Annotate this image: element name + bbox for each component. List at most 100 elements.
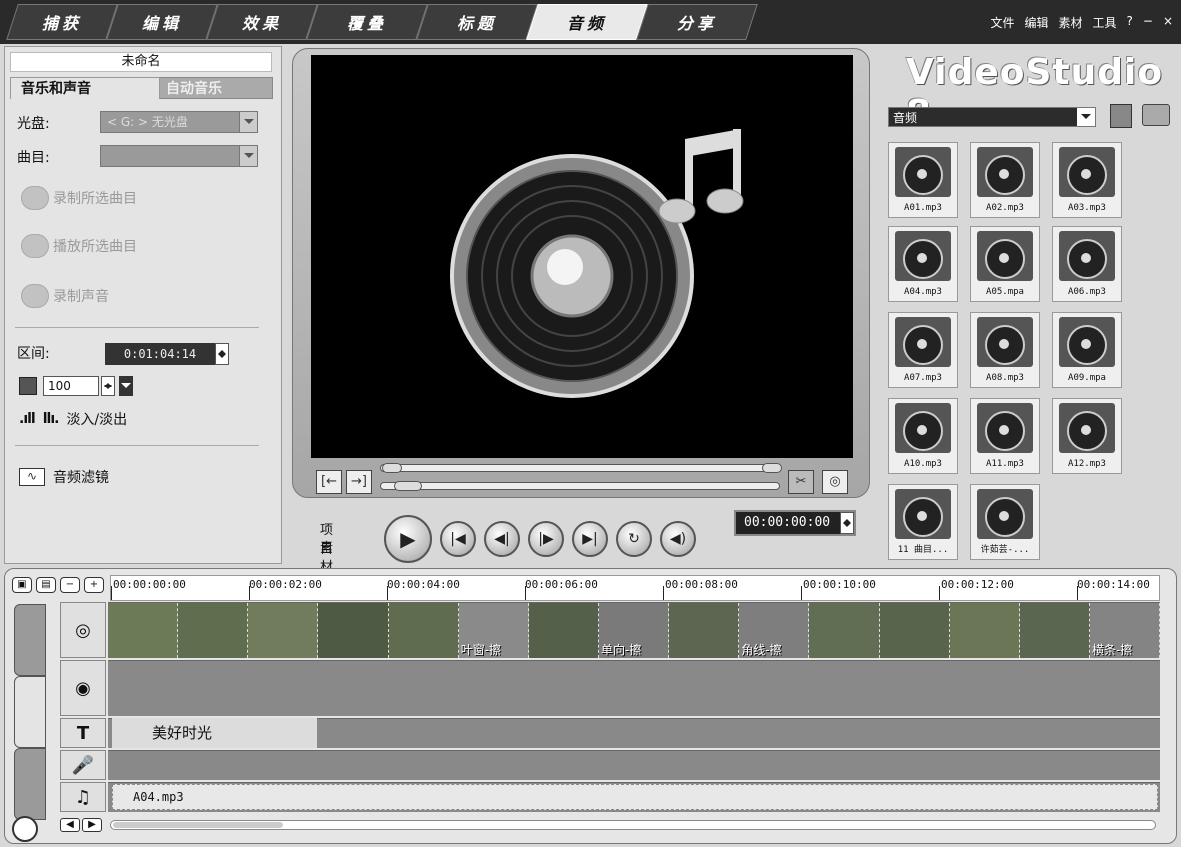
end-button[interactable]: ▶|: [572, 521, 608, 557]
duration-field[interactable]: 0:01:04:14: [105, 343, 215, 365]
mark-out-button[interactable]: →]: [346, 470, 372, 494]
storyboard-view-icon[interactable]: ▣: [12, 577, 32, 593]
home-button[interactable]: |◀: [440, 521, 476, 557]
system-volume-button[interactable]: ◀): [660, 521, 696, 557]
tab-title[interactable]: 标题: [416, 4, 538, 40]
tab-auto-music[interactable]: 自动音乐: [155, 77, 273, 99]
menu-tools[interactable]: 工具: [1092, 14, 1116, 31]
disc-label: 光盘:: [17, 116, 50, 132]
scrubber-handle[interactable]: [394, 481, 422, 491]
title-clip[interactable]: 美好时光: [112, 718, 317, 748]
minimize-button[interactable]: −: [1143, 14, 1153, 31]
timecode-stepper[interactable]: [840, 512, 854, 534]
chevron-down-icon: [1077, 108, 1095, 126]
overlay-track[interactable]: [108, 660, 1160, 716]
zoom-out-icon[interactable]: −: [60, 577, 80, 593]
audio-track-tab[interactable]: [14, 748, 46, 820]
disc-select[interactable]: < G: > 无光盘: [100, 111, 258, 133]
library-item-label: A09.mpa: [1068, 373, 1106, 383]
library-item[interactable]: A03.mp3: [1052, 142, 1122, 218]
scroll-left-icon[interactable]: ◀: [60, 818, 80, 832]
library-item[interactable]: 11 曲目...: [888, 484, 958, 560]
audio-disc-icon: [1059, 147, 1115, 197]
tab-overlay[interactable]: 覆叠: [306, 4, 428, 40]
folder-icon[interactable]: [1142, 104, 1170, 126]
project-name: 未命名: [10, 52, 272, 72]
voice-track[interactable]: [108, 750, 1160, 780]
overlay-track-tab[interactable]: [14, 676, 46, 748]
menu-file[interactable]: 文件: [990, 14, 1014, 31]
tab-effect[interactable]: 效果: [206, 4, 318, 40]
trim-track[interactable]: [380, 464, 780, 472]
zoom-in-icon[interactable]: +: [84, 577, 104, 593]
previous-frame-button[interactable]: ◀|: [484, 521, 520, 557]
trim-start-handle[interactable]: [382, 463, 402, 473]
library-item[interactable]: A06.mp3: [1052, 226, 1122, 302]
tab-share[interactable]: 分享: [636, 4, 758, 40]
timecode-display[interactable]: 00:00:00:00: [734, 510, 856, 536]
tab-effect-label: 效果: [241, 14, 282, 33]
play-selected-track-button[interactable]: 播放所选曲目: [21, 229, 137, 263]
add-media-icon[interactable]: [1110, 104, 1132, 128]
volume-icon[interactable]: [19, 377, 37, 395]
volume-field[interactable]: 100: [43, 376, 99, 396]
library-item[interactable]: A07.mp3: [888, 312, 958, 388]
play-selected-label: 播放所选曲目: [53, 239, 137, 255]
track-select[interactable]: [100, 145, 258, 167]
library-item[interactable]: 许茹芸-...: [970, 484, 1040, 560]
menu-edit[interactable]: 编辑: [1024, 14, 1048, 31]
tab-edit[interactable]: 编辑: [106, 4, 218, 40]
tab-audio-label: 音频: [566, 14, 607, 33]
fade-in-icon[interactable]: .ıll: [19, 411, 36, 427]
volume-dropdown-button[interactable]: [119, 376, 133, 396]
play-button[interactable]: ▶: [384, 515, 432, 563]
library-item[interactable]: A02.mp3: [970, 142, 1040, 218]
menu-clip[interactable]: 素材: [1058, 14, 1082, 31]
library-item[interactable]: A09.mpa: [1052, 312, 1122, 388]
video-frame: [949, 603, 1020, 658]
ruler-tick: [525, 586, 526, 600]
time-ruler[interactable]: 00:00:00:00 00:00:02:00 00:00:04:00 00:0…: [110, 575, 1160, 601]
library-item[interactable]: A01.mp3: [888, 142, 958, 218]
scrollbar-thumb[interactable]: [113, 822, 283, 828]
library-item[interactable]: A12.mp3: [1052, 398, 1122, 474]
close-button[interactable]: ×: [1163, 14, 1173, 31]
library-category-select[interactable]: 音频: [888, 107, 1096, 127]
video-frame: 单向-擦: [598, 603, 670, 658]
enlarge-preview-button[interactable]: ◎: [822, 470, 848, 494]
library-item-label: A10.mp3: [904, 459, 942, 469]
audio-disc-icon: [977, 403, 1033, 453]
ruler-tick: [801, 586, 802, 600]
fade-out-icon[interactable]: llı.: [43, 411, 60, 427]
timeline-view-icon[interactable]: ▤: [36, 577, 56, 593]
audio-clip[interactable]: A04.mp3: [112, 784, 1158, 810]
duration-stepper[interactable]: [215, 343, 229, 365]
library-item[interactable]: A11.mp3: [970, 398, 1040, 474]
library-item[interactable]: A05.mpa: [970, 226, 1040, 302]
audio-filter-button[interactable]: ∿ 音频滤镜: [19, 467, 109, 487]
video-track[interactable]: 叶窗-擦 单向-擦 角线-擦 横条-擦: [108, 602, 1161, 658]
video-track-tab[interactable]: [14, 604, 46, 676]
tab-capture[interactable]: 捕获: [6, 4, 118, 40]
video-frame: [318, 603, 389, 658]
step-tab-bar: 捕获 编辑 效果 覆叠 标题 音频 分享 文件 编辑 素材 工具 ? − ×: [0, 0, 1181, 44]
scrubber-track[interactable]: [380, 482, 780, 490]
disc-icon[interactable]: [12, 816, 38, 842]
trim-end-handle[interactable]: [762, 463, 782, 473]
record-selected-track-button[interactable]: 录制所选曲目: [21, 181, 137, 215]
repeat-button[interactable]: ↻: [616, 521, 652, 557]
help-button[interactable]: ?: [1127, 14, 1133, 31]
scroll-right-icon[interactable]: ▶: [82, 818, 102, 832]
volume-stepper[interactable]: [101, 376, 115, 396]
tab-audio[interactable]: 音频: [526, 4, 648, 40]
library-item[interactable]: A10.mp3: [888, 398, 958, 474]
library-item[interactable]: A04.mp3: [888, 226, 958, 302]
tab-music-and-sound[interactable]: 音乐和声音: [10, 77, 160, 99]
library-item-label: A11.mp3: [986, 459, 1024, 469]
record-voice-button[interactable]: 录制声音: [21, 279, 109, 313]
next-frame-button[interactable]: |▶: [528, 521, 564, 557]
library-item[interactable]: A08.mp3: [970, 312, 1040, 388]
timeline-scrollbar[interactable]: [110, 820, 1156, 830]
mark-in-button[interactable]: [←: [316, 470, 342, 494]
split-clip-button[interactable]: ✂: [788, 470, 814, 494]
